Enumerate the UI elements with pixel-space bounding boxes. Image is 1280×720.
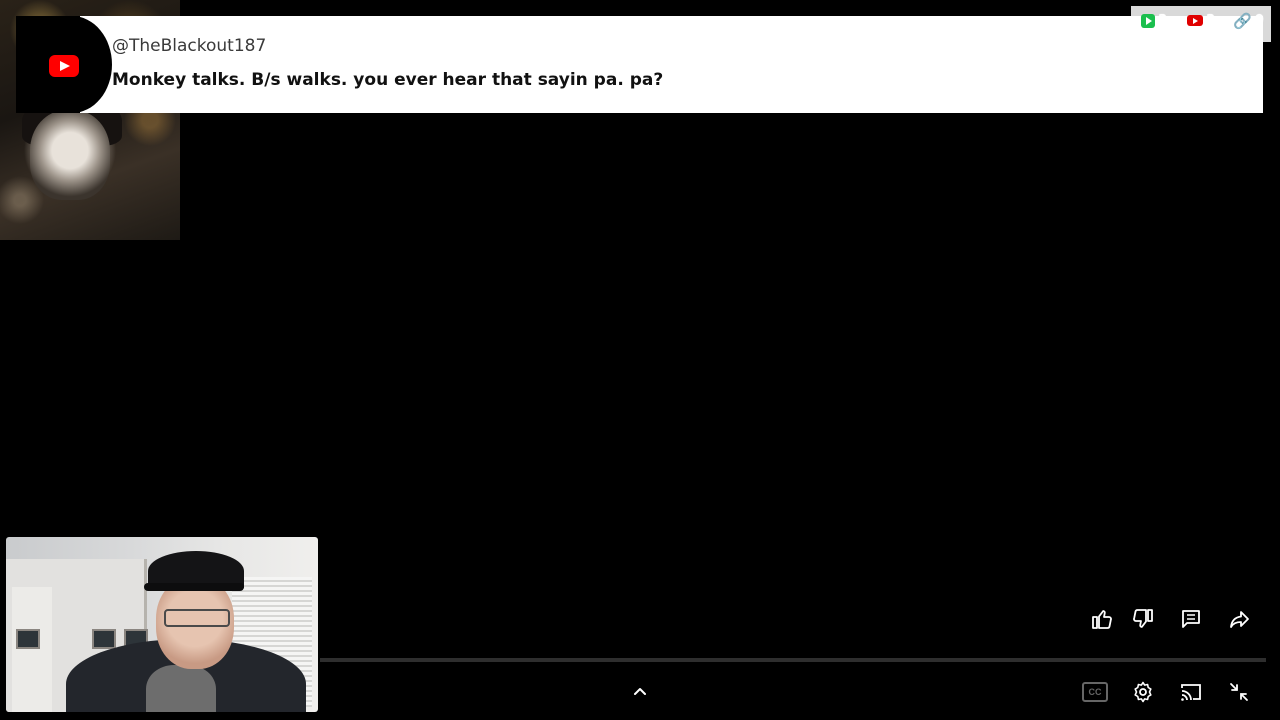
webcam-person-face bbox=[30, 110, 110, 200]
thumbs-up-icon bbox=[1092, 610, 1112, 629]
comment-banner: @TheBlackout187 Monkey talks. B/s walks.… bbox=[16, 16, 1263, 113]
progress-bar[interactable] bbox=[320, 658, 1266, 662]
play-count: 3 bbox=[1158, 13, 1168, 28]
webcam-background-hallway bbox=[12, 587, 52, 712]
comment-text: Monkey talks. B/s walks. you ever hear t… bbox=[112, 70, 664, 90]
dislike-button[interactable] bbox=[1128, 604, 1158, 634]
youtube-count: 3 bbox=[1206, 13, 1216, 28]
stream-tracker-widget: 3 3 🔗 0 bbox=[1131, 6, 1271, 42]
exit-fullscreen-icon bbox=[1230, 683, 1248, 701]
webcam-person-cap-brim bbox=[144, 583, 244, 591]
comments-button[interactable] bbox=[1176, 604, 1206, 634]
webcam-feed-bottom bbox=[6, 537, 318, 712]
captions-button[interactable]: CC bbox=[1080, 678, 1110, 706]
chevron-up-icon bbox=[634, 688, 646, 695]
webcam-wall-picture bbox=[92, 629, 116, 649]
share-button[interactable] bbox=[1224, 604, 1254, 634]
tracker-youtube-item: 3 bbox=[1187, 13, 1215, 28]
webcam-person-glasses bbox=[164, 609, 230, 627]
settings-button[interactable] bbox=[1128, 678, 1158, 706]
tracker-play-item: 3 bbox=[1141, 13, 1167, 28]
comment-icon bbox=[1182, 610, 1200, 628]
cast-button[interactable] bbox=[1176, 678, 1206, 706]
comment-author: @TheBlackout187 bbox=[112, 36, 267, 56]
gear-icon bbox=[1134, 681, 1152, 703]
like-button[interactable] bbox=[1087, 604, 1117, 634]
tracker-link-item: 🔗 0 bbox=[1233, 13, 1264, 28]
link-icon: 🔗 bbox=[1233, 11, 1252, 30]
link-count: 0 bbox=[1254, 13, 1264, 28]
webcam-person-shirt bbox=[146, 665, 216, 712]
closed-captions-icon: CC bbox=[1082, 682, 1108, 702]
thumbs-down-icon bbox=[1133, 609, 1153, 628]
video-player[interactable]: @TheBlackout187 Monkey talks. B/s walks.… bbox=[0, 0, 1280, 720]
webcam-wall-picture bbox=[16, 629, 40, 649]
share-icon bbox=[1230, 611, 1249, 628]
play-icon bbox=[1141, 13, 1155, 28]
youtube-icon bbox=[1187, 15, 1203, 26]
expand-up-button[interactable] bbox=[625, 678, 655, 706]
youtube-logo-icon bbox=[49, 55, 79, 77]
cast-icon bbox=[1181, 684, 1201, 701]
exit-fullscreen-button[interactable] bbox=[1224, 678, 1254, 706]
